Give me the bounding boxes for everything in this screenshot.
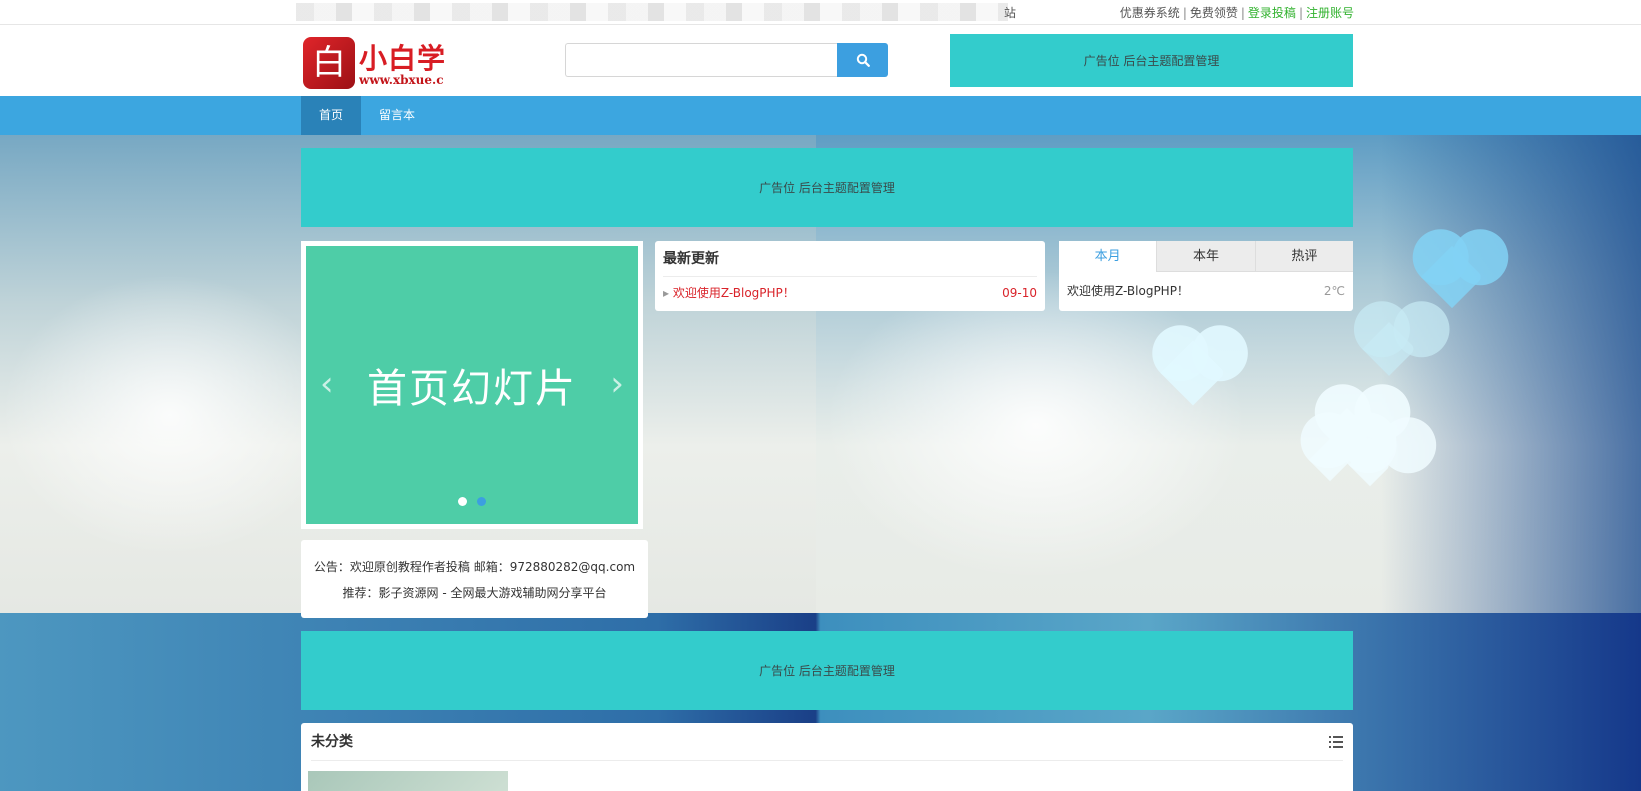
ad-banner-top[interactable]: 广告位 后台主题配置管理 bbox=[301, 148, 1353, 227]
logo-mark: 白 bbox=[303, 37, 355, 89]
category-title: 未分类 bbox=[311, 723, 1343, 761]
slider-prev-icon[interactable]: ‹ bbox=[320, 364, 334, 404]
top-bar-links: 优惠券系统 | 免费领赞 | 登录投稿 | 注册账号 bbox=[1120, 4, 1354, 21]
search-button[interactable] bbox=[837, 43, 888, 77]
home-slider: ‹ 首页幻灯片 › bbox=[301, 241, 643, 529]
list-item[interactable]: 欢迎使用Z-BlogPHP！ 09-10 bbox=[663, 277, 1037, 309]
latest-updates-panel: 最新更新 欢迎使用Z-BlogPHP！ 09-10 bbox=[655, 241, 1045, 311]
nav-item-home[interactable]: 首页 bbox=[301, 96, 361, 135]
tab-this-month[interactable]: 本月 bbox=[1059, 241, 1157, 272]
post-views: 2℃ bbox=[1323, 284, 1345, 298]
coupon-system-link[interactable]: 优惠券系统 bbox=[1120, 6, 1180, 20]
rank-tabs-panel: 本月 本年 热评 欢迎使用Z-BlogPHP！ 2℃ bbox=[1059, 241, 1353, 311]
blurred-site-links bbox=[296, 3, 1008, 21]
post-thumbnail[interactable] bbox=[308, 771, 508, 791]
separator: | bbox=[1240, 6, 1245, 20]
search-box bbox=[565, 43, 888, 77]
notice-announcement: 公告：欢迎原创教程作者投稿 邮箱：972880282@qq.com bbox=[313, 560, 636, 574]
search-icon bbox=[856, 53, 870, 67]
header-ad[interactable]: 广告位 后台主题配置管理 bbox=[950, 34, 1353, 87]
rank-tabs: 本月 本年 热评 bbox=[1059, 241, 1353, 272]
post-title[interactable]: 欢迎使用Z-BlogPHP！ bbox=[1067, 272, 1189, 310]
search-input[interactable] bbox=[565, 43, 838, 77]
ad-banner-middle[interactable]: 广告位 后台主题配置管理 bbox=[301, 631, 1353, 710]
slide[interactable]: ‹ 首页幻灯片 › bbox=[306, 246, 638, 524]
top-bar: 站 优惠券系统 | 免费领赞 | 登录投稿 | 注册账号 bbox=[0, 0, 1641, 25]
main-nav: 首页 留言本 bbox=[0, 96, 1641, 135]
site-header: 白 小白学 www.xbxue.c 广告位 后台主题配置管理 bbox=[0, 25, 1641, 96]
nav-item-guestbook[interactable]: 留言本 bbox=[362, 96, 432, 135]
notice-recommendation[interactable]: 推荐：影子资源网 - 全网最大游戏辅助网分享平台 bbox=[301, 580, 648, 606]
slider-next-icon[interactable]: › bbox=[610, 364, 624, 404]
list-item[interactable]: 欢迎使用Z-BlogPHP！ 2℃ bbox=[1059, 272, 1353, 310]
post-title[interactable]: 欢迎使用Z-BlogPHP！ bbox=[663, 277, 795, 309]
slider-dot-active[interactable] bbox=[477, 497, 486, 506]
list-icon[interactable] bbox=[1329, 736, 1343, 748]
notice-box: 公告：欢迎原创教程作者投稿 邮箱：972880282@qq.com 推荐：影子资… bbox=[301, 540, 648, 618]
slider-dot[interactable] bbox=[458, 497, 467, 506]
tab-hot-comments[interactable]: 热评 bbox=[1254, 241, 1353, 272]
site-logo[interactable]: 白 小白学 www.xbxue.c bbox=[303, 37, 453, 89]
slide-title: 首页幻灯片 bbox=[367, 366, 577, 412]
logo-name: 小白学 bbox=[359, 42, 447, 75]
separator: | bbox=[1298, 6, 1303, 20]
top-bar-partial-text: 站 bbox=[1004, 6, 1017, 20]
post-date: 09-10 bbox=[1002, 286, 1037, 300]
free-likes-link[interactable]: 免费领赞 bbox=[1190, 6, 1238, 20]
separator: | bbox=[1182, 6, 1187, 20]
latest-updates-title: 最新更新 bbox=[663, 241, 1037, 277]
logo-url: www.xbxue.c bbox=[359, 73, 444, 87]
slider-dots bbox=[306, 497, 638, 506]
category-panel: 未分类 bbox=[301, 723, 1353, 791]
tab-this-year[interactable]: 本年 bbox=[1156, 241, 1255, 272]
register-link[interactable]: 注册账号 bbox=[1306, 6, 1354, 20]
login-submit-link[interactable]: 登录投稿 bbox=[1248, 6, 1296, 20]
